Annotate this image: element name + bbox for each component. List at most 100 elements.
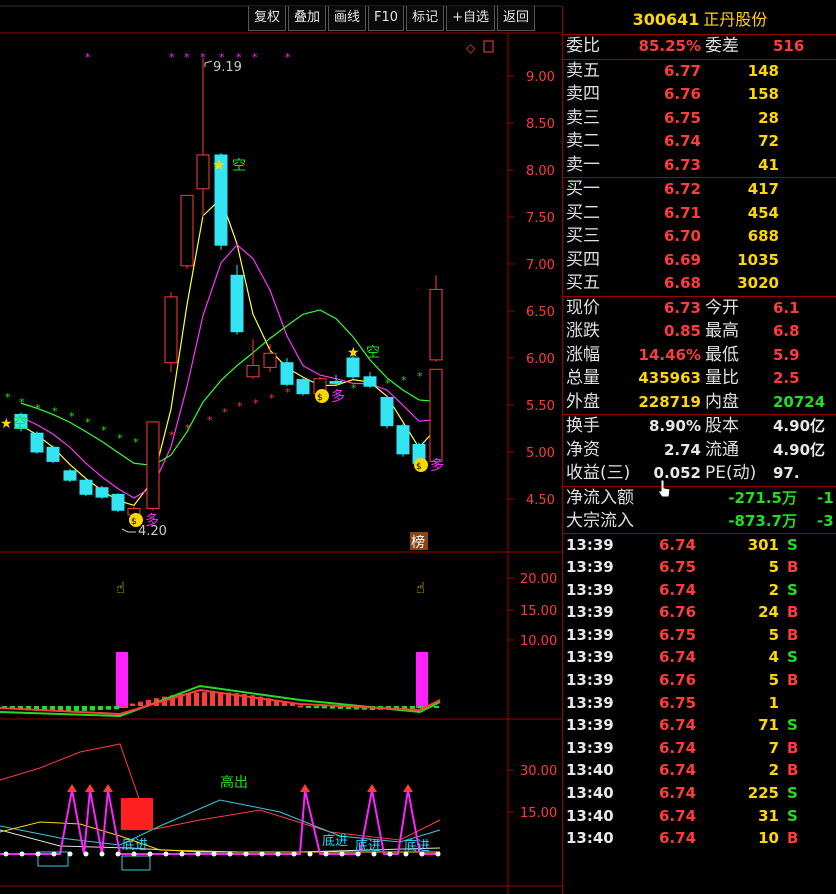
macd-bar [218,692,223,706]
svg-text:★: ★ [0,416,13,432]
tick-price: 6.74 [659,761,697,780]
fund-label: 换手 [566,416,600,436]
macd-bar [210,692,215,706]
kdj-tick-label: 30.00 [520,764,557,779]
bid-volume: 688 [747,227,779,245]
macd-bar [314,706,319,709]
candle-body [164,296,178,364]
tick-row: 13:40 6.74 10 B [563,827,836,850]
duo-marker-right: $ 多 [414,457,444,474]
sar-dot: * [237,400,243,413]
stat-row: 现价 6.73 今开 6.1 [563,297,836,321]
tick-time: 13:39 [566,625,614,644]
fund-label-2: PE(动) [705,463,757,483]
fund-value-2: 4.90亿 [773,440,826,459]
ask-row: 卖三 6.75 28 [563,107,836,131]
mark-button[interactable]: 标记 [406,6,445,31]
ask-row: 卖二 6.74 72 [563,130,836,154]
tick-time: 13:39 [566,693,614,712]
stat-value-2: 5.9 [773,345,800,364]
macd-bar [434,706,439,708]
macd-tick-label: 10.00 [520,634,557,649]
tick-row: 13:39 6.75 5 B [563,556,836,579]
bid-row: 买一 6.72 417 [563,178,836,202]
kdj-dot [19,851,25,857]
back-button[interactable]: 返回 [497,6,536,31]
tick-flag: S [787,806,798,825]
price-tick-label: 7.00 [526,258,555,273]
fuquan-button[interactable]: 复权 [248,6,287,31]
bid-volume: 3020 [737,274,779,292]
kdj-dot [115,851,121,857]
overlay-button[interactable]: 叠加 [288,6,327,31]
kdj-dot [339,851,345,857]
fund-row: 换手 8.90% 股本 4.90亿 [563,415,836,439]
sar-dot: * [101,424,107,437]
price-tick-label: 8.00 [526,164,555,179]
kline-chart[interactable]: 9.00 8.50 8.00 7.50 7.00 6.50 6.00 5.50 5.00 4.50… [0,0,562,894]
sar-dot: * [417,370,423,383]
ask-label: 卖四 [566,84,600,104]
bid-row: 买五 6.68 3020 [563,272,836,296]
candle-body [146,421,160,509]
kdj-dot [275,851,281,857]
candle-body [246,365,260,378]
macd-bar [306,706,311,708]
tick-flag: S [787,716,798,735]
bid-row: 买三 6.70 688 [563,225,836,249]
stat-value: 0.85 [663,322,701,340]
price-tick-label: 6.50 [526,305,555,320]
ask-price: 6.76 [663,85,701,103]
f10-button[interactable]: F10 [368,6,405,31]
mouse-cursor-icon [657,479,671,498]
sar-dot: * [285,386,291,399]
add-watchlist-button[interactable]: +自选 [446,6,495,31]
ask-volume: 148 [747,61,779,80]
stat-label-2: 最高 [705,321,739,341]
kdj-dot [3,851,9,857]
diamond-icon[interactable]: ◇ [466,41,476,55]
tick-time: 13:40 [566,806,614,825]
price-axis: 9.00 8.50 8.00 7.50 7.00 6.50 6.00 5.50 5.00 4.50 [526,70,555,508]
sar-dot: * [285,51,291,64]
dijin-label-1: 底进 [122,837,148,853]
sar-dot: * [85,416,91,429]
window-icon[interactable] [483,40,494,53]
macd-bar [410,706,415,709]
macd-bar [98,706,103,711]
tick-row: 13:39 6.74 4 S [563,646,836,669]
tick-volume: 24 [758,603,779,622]
ask-row: 卖五 6.77 148 [563,60,836,84]
candle-body [396,425,410,455]
price-tick-label: 6.00 [526,352,555,367]
fund-value: 2.74 [663,440,701,459]
kdj-dot [211,851,217,857]
macd-bar [114,706,119,710]
sar-dot: * [85,51,91,64]
sar-dot: * [69,410,75,423]
candle-body [329,381,343,384]
candle-body [363,376,377,387]
bid-book: 买一 6.72 417 买二 6.71 454 买三 6.70 688 买四 6.69 1035 买五 6… [563,178,836,297]
flow-value-2: -1 [817,488,834,507]
tick-list[interactable]: 13:39 6.74 301 S 13:39 6.75 5 B 13:39 6.74 2 S 13:39… [563,534,836,850]
draw-line-button[interactable]: 画线 [328,6,367,31]
kdj-dot [179,851,185,857]
flow-label: 大宗流入 [566,510,634,531]
tick-volume: 5 [768,671,779,690]
tick-time: 13:39 [566,535,614,554]
ask-row: 卖四 6.76 158 [563,83,836,107]
tick-price: 6.74 [659,580,697,599]
sar-dot: * [52,405,58,418]
tick-time: 13:39 [566,716,614,735]
stat-value-2: 6.1 [773,298,800,317]
fund-label-2: 流通 [705,439,739,460]
macd-bar [186,693,191,706]
candle-body [196,154,210,190]
up-arrow-icon [85,784,95,792]
tick-time: 13:40 [566,829,614,848]
ask-label: 卖三 [566,107,600,128]
stat-row: 总量 435963 量比 2.5 [563,367,836,391]
bid-price: 6.72 [663,180,701,198]
candle-body [30,432,44,453]
